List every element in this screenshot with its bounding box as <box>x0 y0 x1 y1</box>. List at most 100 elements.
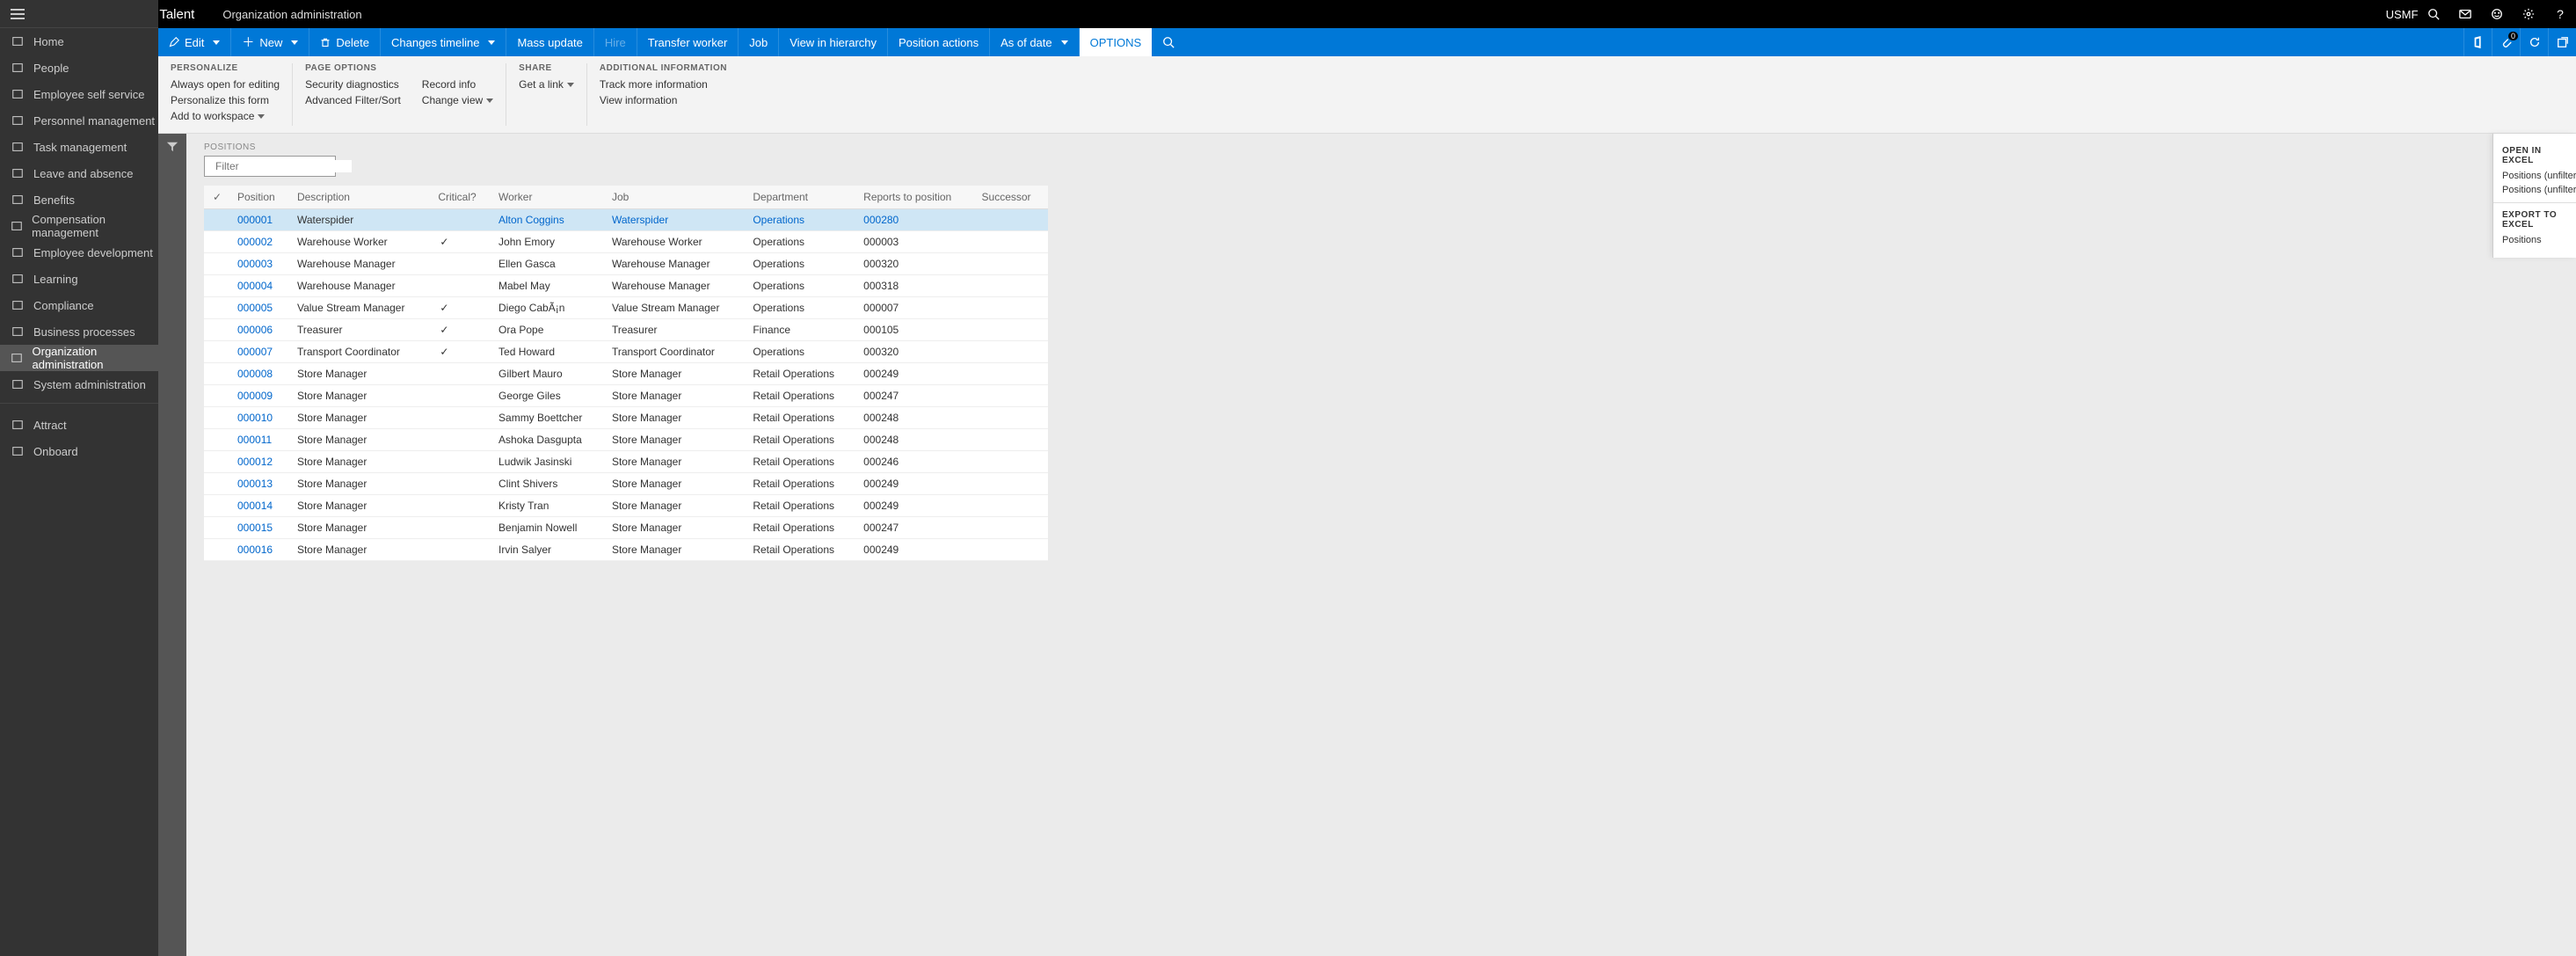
row-checkbox[interactable] <box>204 473 230 495</box>
edit-button[interactable]: Edit <box>158 28 231 56</box>
table-row[interactable]: 000002Warehouse Worker✓John EmoryWarehou… <box>204 231 1048 253</box>
changes-timeline-button[interactable]: Changes timeline <box>381 28 506 56</box>
cell-position[interactable]: 000014 <box>230 495 290 517</box>
cell-position[interactable]: 000012 <box>230 451 290 473</box>
office-icon[interactable] <box>2463 28 2492 56</box>
table-row[interactable]: 000011Store ManagerAshoka DasguptaStore … <box>204 429 1048 451</box>
table-row[interactable]: 000003Warehouse ManagerEllen GascaWareho… <box>204 253 1048 275</box>
nav-item-onboard[interactable]: Onboard <box>0 438 158 464</box>
cell-position[interactable]: 000008 <box>230 363 290 385</box>
nav-item-employee-self-service[interactable]: Employee self service <box>0 81 158 107</box>
col-job[interactable]: Job <box>605 186 746 209</box>
nav-item-employee-development[interactable]: Employee development <box>0 239 158 266</box>
track-more-link[interactable]: Track more information <box>600 78 708 91</box>
row-checkbox[interactable] <box>204 517 230 539</box>
col-department[interactable]: Department <box>746 186 856 209</box>
table-row[interactable]: 000016Store ManagerIrvin SalyerStore Man… <box>204 539 1048 561</box>
row-checkbox[interactable] <box>204 451 230 473</box>
row-checkbox[interactable] <box>204 429 230 451</box>
cell-department[interactable]: Operations <box>746 209 856 231</box>
always-open-link[interactable]: Always open for editing <box>171 78 280 91</box>
col-reports-to[interactable]: Reports to position <box>856 186 974 209</box>
select-all-checkbox[interactable]: ✓ <box>204 186 230 209</box>
cell-position[interactable]: 000006 <box>230 319 290 341</box>
row-checkbox[interactable] <box>204 495 230 517</box>
refresh-icon[interactable] <box>2520 28 2548 56</box>
col-successor[interactable]: Successor <box>975 186 1048 209</box>
row-checkbox[interactable] <box>204 539 230 561</box>
cell-job[interactable]: Waterspider <box>605 209 746 231</box>
table-row[interactable]: 000004Warehouse ManagerMabel MayWarehous… <box>204 275 1048 297</box>
nav-item-benefits[interactable]: Benefits <box>0 186 158 213</box>
table-row[interactable]: 000014Store ManagerKristy TranStore Mana… <box>204 495 1048 517</box>
filter-box[interactable] <box>204 156 336 177</box>
settings-icon[interactable] <box>2513 0 2544 28</box>
cell-worker[interactable]: Alton Coggins <box>491 209 605 231</box>
nav-item-system-administration[interactable]: System administration <box>0 371 158 398</box>
table-row[interactable]: 000008Store ManagerGilbert MauroStore Ma… <box>204 363 1048 385</box>
table-row[interactable]: 000010Store ManagerSammy BoettcherStore … <box>204 407 1048 429</box>
row-checkbox[interactable] <box>204 363 230 385</box>
nav-collapse-button[interactable] <box>0 0 158 28</box>
help-icon[interactable]: ? <box>2544 0 2576 28</box>
nav-item-task-management[interactable]: Task management <box>0 134 158 160</box>
cell-position[interactable]: 000013 <box>230 473 290 495</box>
advanced-filter-link[interactable]: Advanced Filter/Sort <box>305 94 401 106</box>
personalize-form-link[interactable]: Personalize this form <box>171 94 280 106</box>
row-checkbox[interactable] <box>204 253 230 275</box>
nav-item-people[interactable]: People <box>0 55 158 81</box>
col-description[interactable]: Description <box>290 186 431 209</box>
messages-icon[interactable] <box>2449 0 2481 28</box>
open-excel-link[interactable]: Positions (unfiltered) <box>2502 171 2567 181</box>
view-in-hierarchy-button[interactable]: View in hierarchy <box>779 28 888 56</box>
row-checkbox[interactable] <box>204 297 230 319</box>
options-tab[interactable]: OPTIONS <box>1080 28 1153 56</box>
company-picker[interactable]: USMF <box>2386 0 2418 28</box>
job-button[interactable]: Job <box>739 28 779 56</box>
table-row[interactable]: 000015Store ManagerBenjamin NowellStore … <box>204 517 1048 539</box>
feedback-icon[interactable] <box>2481 0 2513 28</box>
nav-item-organization-administration[interactable]: Organization administration <box>0 345 158 371</box>
row-checkbox[interactable] <box>204 385 230 407</box>
cell-position[interactable]: 000015 <box>230 517 290 539</box>
nav-item-compensation-management[interactable]: Compensation management <box>0 213 158 239</box>
cell-position[interactable]: 000004 <box>230 275 290 297</box>
nav-item-leave-and-absence[interactable]: Leave and absence <box>0 160 158 186</box>
cell-position[interactable]: 000011 <box>230 429 290 451</box>
row-checkbox[interactable] <box>204 275 230 297</box>
cell-position[interactable]: 000001 <box>230 209 290 231</box>
export-excel-link[interactable]: Positions <box>2502 235 2567 245</box>
nav-item-business-processes[interactable]: Business processes <box>0 318 158 345</box>
cell-position[interactable]: 000009 <box>230 385 290 407</box>
view-info-link[interactable]: View information <box>600 94 708 106</box>
table-row[interactable]: 000009Store ManagerGeorge GilesStore Man… <box>204 385 1048 407</box>
row-checkbox[interactable] <box>204 209 230 231</box>
table-row[interactable]: 000001WaterspiderAlton CogginsWaterspide… <box>204 209 1048 231</box>
cell-position[interactable]: 000002 <box>230 231 290 253</box>
mass-update-button[interactable]: Mass update <box>506 28 593 56</box>
cell-reports-to[interactable]: 000280 <box>856 209 974 231</box>
ribbon-search-icon[interactable] <box>1152 28 1185 56</box>
row-checkbox[interactable] <box>204 407 230 429</box>
cell-position[interactable]: 000016 <box>230 539 290 561</box>
security-diagnostics-link[interactable]: Security diagnostics <box>305 78 401 91</box>
col-position[interactable]: Position <box>230 186 290 209</box>
table-row[interactable]: 000006Treasurer✓Ora PopeTreasurerFinance… <box>204 319 1048 341</box>
popout-icon[interactable] <box>2548 28 2576 56</box>
change-view-link[interactable]: Change view <box>422 94 493 106</box>
col-critical[interactable]: Critical? <box>431 186 491 209</box>
cell-position[interactable]: 000007 <box>230 341 290 363</box>
filter-input[interactable] <box>215 160 352 172</box>
cell-position[interactable]: 000003 <box>230 253 290 275</box>
add-workspace-link[interactable]: Add to workspace <box>171 110 280 122</box>
filter-strip[interactable] <box>158 134 186 956</box>
transfer-worker-button[interactable]: Transfer worker <box>637 28 739 56</box>
position-actions-button[interactable]: Position actions <box>888 28 990 56</box>
row-checkbox[interactable] <box>204 341 230 363</box>
get-link-link[interactable]: Get a link <box>519 78 574 91</box>
table-row[interactable]: 000007Transport Coordinator✓Ted HowardTr… <box>204 341 1048 363</box>
col-worker[interactable]: Worker <box>491 186 605 209</box>
nav-item-learning[interactable]: Learning <box>0 266 158 292</box>
record-info-link[interactable]: Record info <box>422 78 493 91</box>
row-checkbox[interactable] <box>204 231 230 253</box>
